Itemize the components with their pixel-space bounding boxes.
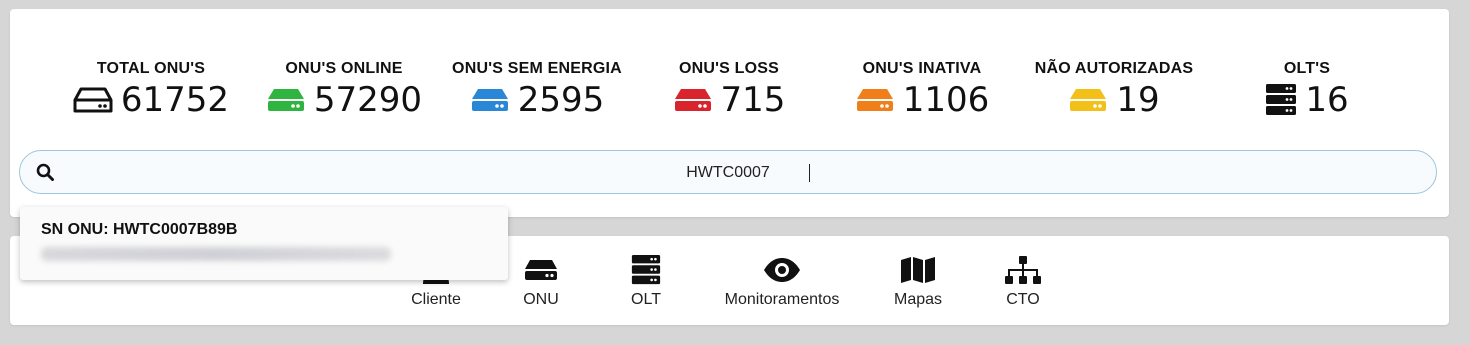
stat-onus-online[interactable]: ONU'S ONLINE 57290: [244, 60, 444, 119]
nav-monitoramentos[interactable]: Monitoramentos: [712, 254, 852, 310]
stat-onus-loss[interactable]: ONU'S LOSS 715: [629, 60, 829, 119]
server-icon: [630, 254, 662, 286]
stat-value: 715: [720, 80, 786, 120]
stat-olts[interactable]: OLT'S 16: [1207, 60, 1407, 119]
stat-value: 57290: [313, 80, 423, 120]
stat-label: ONU'S LOSS: [678, 60, 780, 77]
stat-label: OLT'S: [1283, 60, 1331, 77]
stat-onus-sem-energia[interactable]: ONU'S SEM ENERGIA 2595: [437, 60, 637, 119]
map-icon: [900, 254, 936, 286]
search-bar[interactable]: [19, 150, 1437, 195]
stat-value: 2595: [517, 80, 605, 120]
nav-label: CTO: [1006, 291, 1040, 308]
nav-label: OLT: [631, 291, 661, 308]
search-input[interactable]: [80, 151, 1376, 195]
router-icon: [470, 85, 510, 115]
router-icon: [673, 85, 713, 115]
router-icon: [523, 254, 559, 286]
stat-value: 1106: [902, 80, 990, 120]
stat-label: NÃO AUTORIZADAS: [1034, 60, 1194, 77]
router-icon: [1068, 85, 1108, 115]
nav-label: ONU: [523, 291, 559, 308]
suggestion-title: SN ONU: HWTC0007B89B: [41, 221, 238, 238]
stat-value: 19: [1116, 80, 1160, 120]
nav-cto[interactable]: CTO: [953, 254, 1093, 310]
sitemap-icon: [1004, 254, 1042, 286]
router-icon: [855, 85, 895, 115]
router-icon: [266, 85, 306, 115]
nav-label: Mapas: [893, 291, 943, 308]
stat-value: 16: [1305, 80, 1349, 120]
nav-label: Monitoramentos: [724, 291, 840, 308]
stat-value: 61752: [120, 80, 230, 120]
nav-label: Cliente: [411, 291, 461, 308]
text-caret: [809, 164, 810, 182]
stat-label: TOTAL ONU'S: [96, 60, 206, 77]
nav-olt[interactable]: OLT: [576, 254, 716, 310]
stat-label: ONU'S INATIVA: [862, 60, 982, 77]
server-icon: [1265, 83, 1297, 117]
stat-nao-autorizadas[interactable]: NÃO AUTORIZADAS 19: [1014, 60, 1214, 119]
stat-label: ONU'S ONLINE: [285, 60, 403, 77]
suggestion-subtitle-blurred: [41, 247, 391, 261]
router-outline-icon: [73, 85, 113, 115]
search-suggestion[interactable]: SN ONU: HWTC0007B89B: [20, 207, 508, 280]
eye-icon: [763, 254, 801, 286]
stats-panel: TOTAL ONU'S 61752 ONU'S ONLINE 57290 ONU…: [10, 9, 1449, 217]
search-icon[interactable]: [36, 163, 54, 186]
stat-onus-inativa[interactable]: ONU'S INATIVA 1106: [822, 60, 1022, 119]
stat-total-onus[interactable]: TOTAL ONU'S 61752: [51, 60, 251, 119]
stat-label: ONU'S SEM ENERGIA: [452, 60, 622, 77]
